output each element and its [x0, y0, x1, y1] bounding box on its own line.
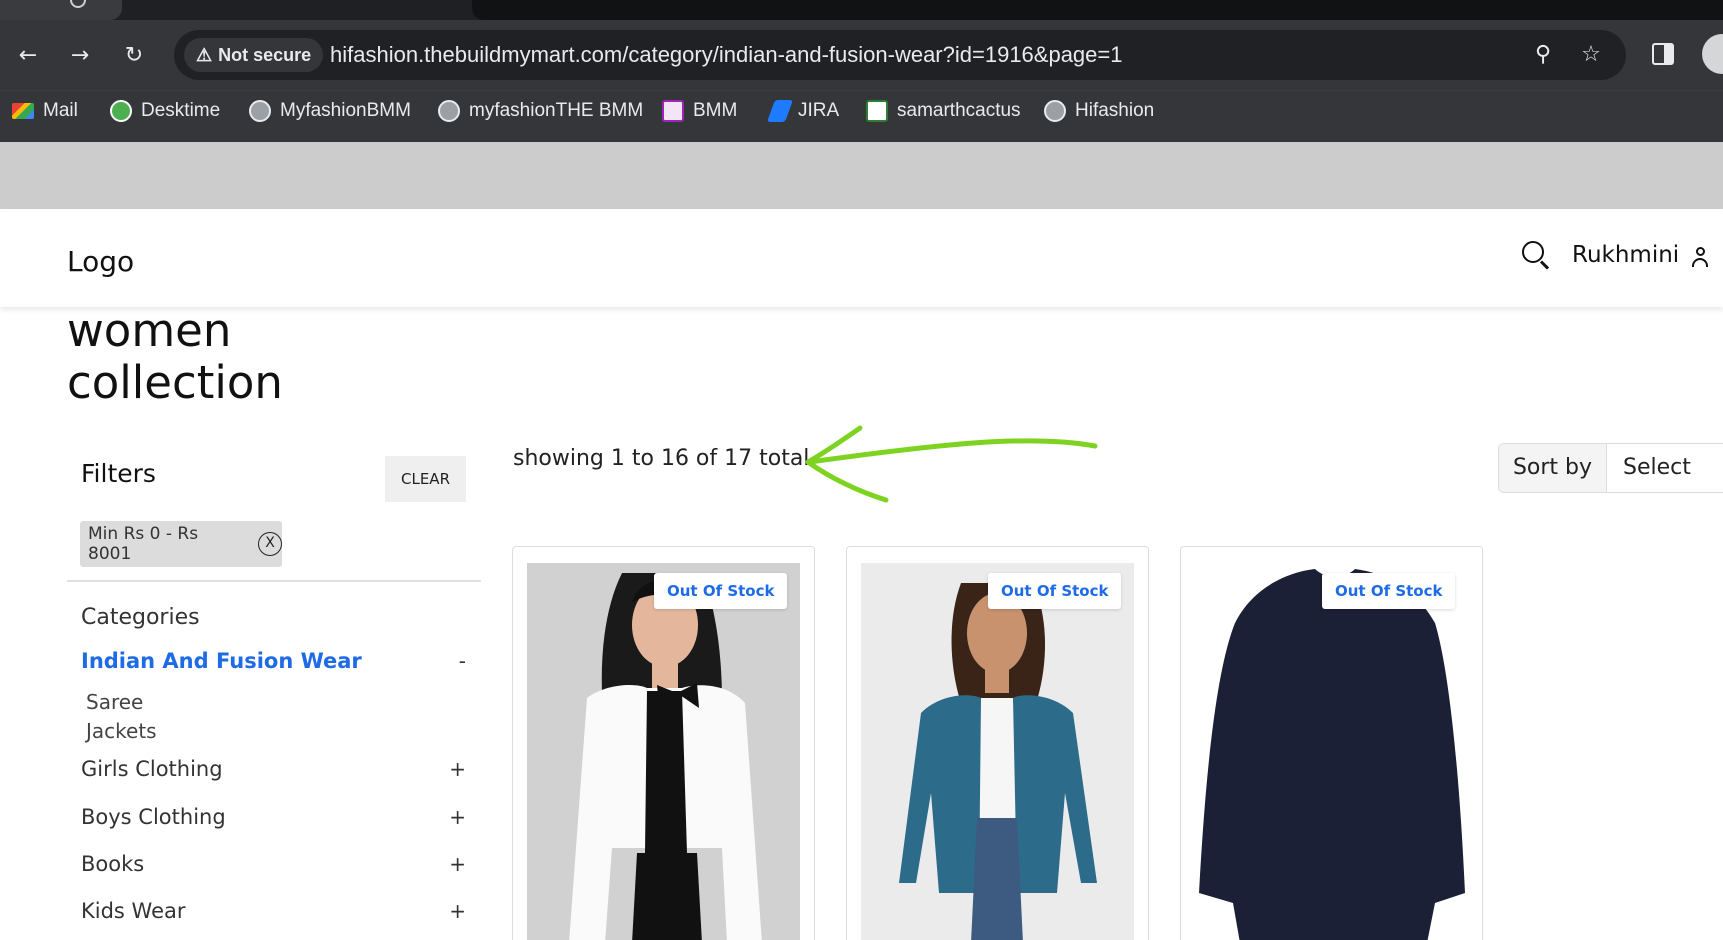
reload-icon[interactable]: ↻: [118, 40, 150, 72]
bookmark-label: Hifashion: [1075, 100, 1155, 121]
warning-icon: ⚠: [196, 45, 213, 65]
category-label: Books: [81, 852, 145, 876]
bookmark-myfashionthe-bmm[interactable]: myfashionTHE BMM: [438, 91, 643, 131]
bookmark-label: myfashionTHE BMM: [469, 100, 644, 121]
globe-icon: [438, 100, 460, 122]
divider: [67, 580, 481, 582]
product-image[interactable]: [861, 563, 1134, 940]
expand-icon[interactable]: +: [449, 899, 466, 923]
cactus-icon: [866, 100, 888, 122]
tab-strip: [0, 0, 1723, 20]
page-title: women collection: [67, 305, 283, 409]
security-label: Not secure: [218, 45, 312, 65]
product-image[interactable]: [527, 563, 800, 940]
bookmarks-bar: Mail Desktime MyfashionBMM myfashionTHE …: [0, 90, 1723, 142]
out-of-stock-badge: Out Of Stock: [654, 573, 788, 609]
browser-tab[interactable]: [0, 0, 122, 20]
bookmark-label: Mail: [43, 100, 78, 121]
filters-title: Filters: [81, 459, 156, 488]
product-image[interactable]: [1195, 563, 1468, 940]
subcategory-saree[interactable]: Saree: [86, 690, 143, 714]
desktime-icon: [110, 100, 132, 122]
category-label: Kids Wear: [81, 899, 186, 923]
zoom-icon[interactable]: ⚲: [1528, 40, 1558, 70]
navy-sweater-image: [1195, 563, 1468, 940]
out-of-stock-badge: Out Of Stock: [1322, 573, 1456, 609]
page-title-line: collection: [67, 356, 283, 409]
globe-icon: [249, 100, 271, 122]
bookmark-label: samarthcactus: [897, 100, 1021, 121]
back-icon[interactable]: ←: [12, 40, 44, 72]
category-indian-and-fusion-wear[interactable]: Indian And Fusion Wear -: [81, 649, 466, 673]
category-label: Girls Clothing: [81, 757, 223, 781]
search-icon[interactable]: [1520, 239, 1550, 270]
categories-heading: Categories: [81, 605, 200, 630]
expand-icon[interactable]: +: [449, 852, 466, 876]
bookmark-label: MyfashionBMM: [280, 100, 411, 121]
category-books[interactable]: Books +: [81, 852, 466, 876]
collapse-icon[interactable]: -: [459, 649, 466, 673]
annotation-arrow-icon: [805, 425, 1098, 503]
category-girls-clothing[interactable]: Girls Clothing +: [81, 757, 466, 781]
bookmark-label: BMM: [693, 100, 738, 121]
url-text[interactable]: hifashion.thebuildmymart.com/category/in…: [330, 30, 1122, 80]
results-count: showing 1 to 16 of 17 total: [513, 446, 810, 471]
expand-icon[interactable]: +: [449, 757, 466, 781]
site-header: Logo Rukhmini: [0, 209, 1723, 307]
bookmark-jira[interactable]: JIRA: [766, 91, 840, 131]
price-filter-chip: Min Rs 0 - Rs 8001 X: [80, 521, 282, 567]
security-indicator[interactable]: ⚠ Not secure: [184, 38, 324, 72]
address-bar[interactable]: ⚠ Not secure hifashion.thebuildmymart.co…: [174, 30, 1626, 80]
user-icon[interactable]: [1691, 247, 1709, 267]
product-card[interactable]: Out Of Stock: [846, 546, 1149, 940]
bookmark-label: Desktime: [141, 100, 221, 121]
globe-icon: [1044, 100, 1066, 122]
subcategory-jackets[interactable]: Jackets: [86, 719, 157, 743]
bookmark-bmm[interactable]: BMM: [662, 91, 737, 131]
category-label: Indian And Fusion Wear: [81, 649, 362, 673]
bookmark-samarthcactus[interactable]: samarthcactus: [866, 91, 1021, 131]
bookmark-myfashionbmm[interactable]: MyfashionBMM: [249, 91, 411, 131]
model-teal-shrug-image: [861, 563, 1134, 940]
side-panel-icon[interactable]: [1652, 43, 1674, 65]
bookmark-mail[interactable]: Mail: [12, 91, 78, 131]
category-boys-clothing[interactable]: Boys Clothing +: [81, 805, 466, 829]
browser-tab-active[interactable]: [472, 0, 1723, 20]
product-card[interactable]: Out Of Stock: [512, 546, 815, 940]
out-of-stock-badge: Out Of Stock: [988, 573, 1122, 609]
category-label: Boys Clothing: [81, 805, 226, 829]
sort-control[interactable]: Sort by Select: [1498, 443, 1723, 493]
username[interactable]: Rukhmini: [1572, 242, 1679, 268]
gmail-icon: [12, 103, 34, 119]
forward-icon[interactable]: →: [64, 40, 96, 72]
bmm-icon: [662, 100, 684, 122]
bookmark-hifashion[interactable]: Hifashion: [1044, 91, 1154, 131]
bookmark-label: JIRA: [798, 100, 840, 121]
bookmark-desktime[interactable]: Desktime: [110, 91, 220, 131]
clear-filters-button[interactable]: CLEAR: [385, 456, 466, 502]
page-title-line: women: [67, 304, 232, 357]
site-logo[interactable]: Logo: [67, 245, 134, 278]
profile-avatar[interactable]: [1702, 34, 1723, 74]
jira-icon: [766, 100, 794, 122]
tab-favicon-icon: [70, 0, 86, 8]
product-card[interactable]: Out Of Stock: [1180, 546, 1483, 940]
bookmark-star-icon[interactable]: ☆: [1576, 40, 1606, 70]
model-white-jacket-image: [527, 563, 800, 940]
sort-select[interactable]: Select: [1623, 444, 1691, 492]
top-banner: [0, 142, 1723, 209]
sort-label: Sort by: [1499, 444, 1607, 492]
expand-icon[interactable]: +: [449, 805, 466, 829]
category-kids-wear[interactable]: Kids Wear +: [81, 899, 466, 923]
remove-filter-icon[interactable]: X: [258, 532, 282, 556]
price-chip-label: Min Rs 0 - Rs 8001: [88, 524, 199, 564]
